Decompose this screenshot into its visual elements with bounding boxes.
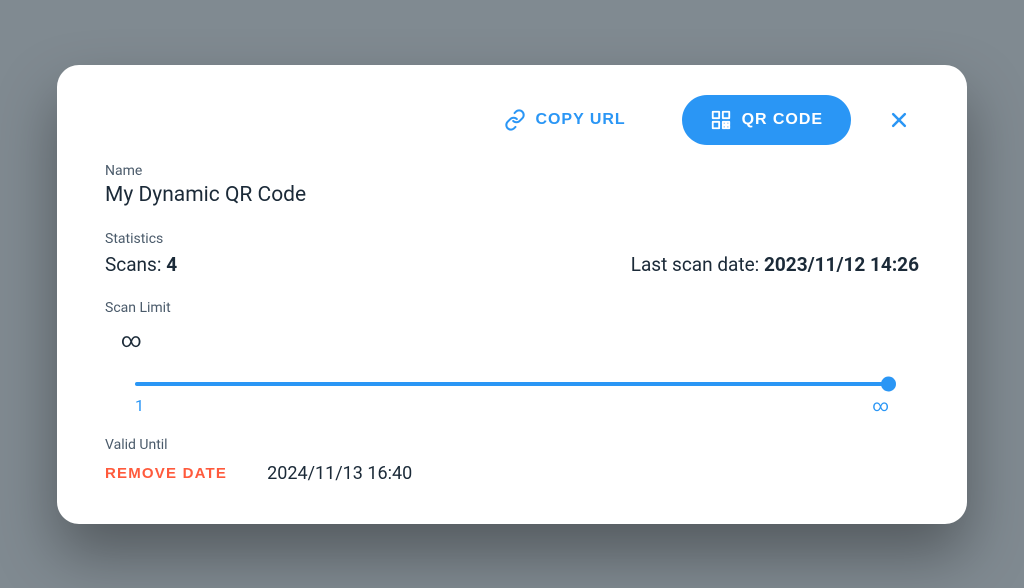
qr-code-button[interactable]: QR CODE xyxy=(682,95,851,145)
valid-until-section: Valid Until REMOVE DATE 2024/11/13 16:40 xyxy=(105,437,919,484)
slider-min-label: 1 xyxy=(135,396,144,415)
slider-range-labels: 1 ∞ xyxy=(135,396,889,415)
close-icon xyxy=(889,110,909,130)
slider-max-label: ∞ xyxy=(873,396,889,415)
name-value: My Dynamic QR Code xyxy=(105,183,919,207)
statistics-label: Statistics xyxy=(105,231,919,247)
valid-until-label: Valid Until xyxy=(105,437,919,453)
name-label: Name xyxy=(105,163,919,179)
scan-limit-slider[interactable] xyxy=(135,382,889,386)
copy-url-button[interactable]: COPY URL xyxy=(476,95,654,145)
statistics-section: Statistics Scans: 4 Last scan date: 2023… xyxy=(105,231,919,276)
qr-code-label: QR CODE xyxy=(742,111,823,129)
qr-details-card: COPY URL QR CODE xyxy=(57,65,967,524)
scans-value: 4 xyxy=(166,253,177,276)
slider-thumb[interactable] xyxy=(881,376,896,391)
scans-stat: Scans: 4 xyxy=(105,253,177,276)
last-scan-label: Last scan date: xyxy=(631,253,760,276)
link-icon xyxy=(504,109,526,131)
scans-label: Scans: xyxy=(105,253,161,276)
last-scan-stat: Last scan date: 2023/11/12 14:26 xyxy=(631,253,919,276)
top-actions: COPY URL QR CODE xyxy=(105,95,919,145)
copy-url-label: COPY URL xyxy=(536,111,626,129)
last-scan-value: 2023/11/12 14:26 xyxy=(764,253,919,276)
scan-limit-section: Scan Limit ∞ 1 ∞ xyxy=(105,300,919,415)
valid-until-value[interactable]: 2024/11/13 16:40 xyxy=(267,463,412,484)
close-button[interactable] xyxy=(879,100,919,140)
qr-icon xyxy=(710,109,732,131)
scan-limit-label: Scan Limit xyxy=(105,300,919,316)
scan-limit-current: ∞ xyxy=(105,320,919,362)
name-section: Name My Dynamic QR Code xyxy=(105,163,919,207)
remove-date-button[interactable]: REMOVE DATE xyxy=(105,465,227,482)
